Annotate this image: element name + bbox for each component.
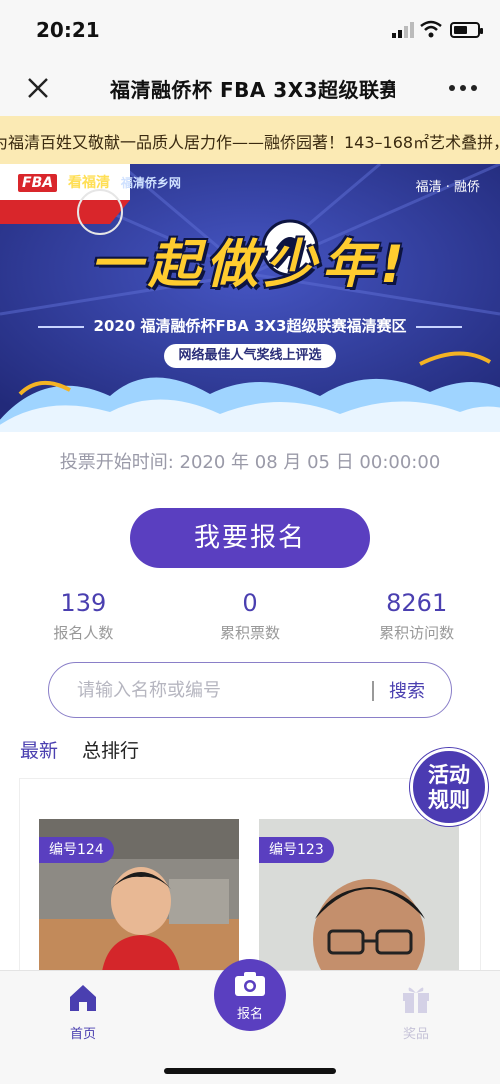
gift-icon: [403, 987, 429, 1013]
nav-signup-camera[interactable]: 报名: [214, 959, 286, 1031]
announcement-marquee[interactable]: 为福清百姓又敬献一品质人居力作——融侨园著！143–168㎡艺术叠拼，: [0, 116, 500, 164]
home-indicator: [164, 1068, 336, 1074]
qiaoxiang-logo: 福清侨乡网: [120, 176, 181, 190]
vote-start-time: 投票开始时间: 2020 年 08 月 05 日 00:00:00: [59, 452, 441, 473]
stat-visits: 8261 累积访问数: [333, 588, 500, 648]
rules-line2: 规则: [428, 788, 470, 812]
brand-logos: FBA 看福清 福清侨乡网: [18, 172, 181, 192]
stat-value: 139: [60, 589, 107, 617]
more-icon[interactable]: [448, 80, 478, 96]
signup-button[interactable]: 我要报名: [130, 508, 370, 568]
status-time: 20:21: [36, 18, 100, 42]
search-input[interactable]: [77, 675, 357, 705]
stat-signups: 139 报名人数: [0, 588, 167, 648]
entry-id-badge: 编号123: [259, 837, 334, 863]
signal-icon: [392, 22, 414, 38]
status-bar: 20:21: [0, 0, 500, 60]
entry-id-badge: 编号124: [39, 837, 114, 863]
tab-latest[interactable]: 最新: [20, 736, 58, 772]
banner-slogan: 一起做少年!: [90, 235, 410, 295]
stat-label: 累积访问数: [379, 624, 455, 642]
wifi-icon: [420, 20, 442, 38]
nav-prize[interactable]: 奖品: [376, 981, 456, 1042]
list-tabs: 最新 总排行: [20, 736, 163, 772]
bottom-nav: 首页 报名 奖品: [0, 959, 500, 1084]
search-divider: [372, 681, 374, 701]
entry-card[interactable]: 编号124: [39, 819, 239, 979]
fba-logo: FBA: [18, 174, 58, 192]
banner-background: [0, 164, 500, 432]
home-icon: [70, 985, 96, 1011]
stat-label: 累积票数: [220, 624, 281, 642]
rules-badge[interactable]: 活动 规则: [410, 748, 488, 826]
rules-line1: 活动: [428, 763, 470, 787]
search-box: 搜索: [48, 662, 452, 718]
nav-home[interactable]: 首页: [43, 981, 123, 1042]
nav-bar: 福清融侨杯 FBA 3X3超级联赛福清赛区: [0, 60, 500, 116]
marquee-text: 为福清百姓又敬献一品质人居力作——融侨园著！143–168㎡艺术叠拼，: [0, 133, 500, 152]
battery-icon: [450, 22, 483, 38]
entry-card[interactable]: 编号123: [259, 819, 459, 979]
banner-pill: 网络最佳人气奖线上评选: [164, 344, 336, 368]
stat-value: 0: [242, 589, 258, 617]
kanfuqing-logo: 看福清: [67, 175, 110, 191]
page-title: 福清融侨杯 FBA 3X3超级联赛福清赛区: [110, 78, 395, 102]
stat-value: 8261: [386, 589, 448, 617]
nav-home-label: 首页: [69, 1027, 96, 1042]
camera-icon: [235, 972, 265, 996]
event-banner: FBA 看福清 福清侨乡网 福清 · 融侨 一起做少年! 2020 福清融侨杯F…: [0, 164, 500, 432]
nav-signup-label: 报名: [236, 1007, 263, 1022]
tab-ranking[interactable]: 总排行: [82, 736, 139, 772]
stats-row: 139 报名人数 0 累积票数 8261 累积访问数: [0, 588, 500, 648]
banner-event-title: 2020 福清融侨杯FBA 3X3超级联赛福清赛区: [0, 315, 500, 336]
banner-tag: 福清 · 融侨: [415, 180, 480, 195]
entries-grid: 编号124 编号123: [19, 778, 481, 979]
nav-prize-label: 奖品: [402, 1027, 429, 1042]
search-button[interactable]: 搜索: [389, 677, 425, 703]
stat-label: 报名人数: [53, 624, 114, 642]
close-icon[interactable]: [24, 74, 52, 102]
stat-votes: 0 累积票数: [167, 588, 334, 648]
